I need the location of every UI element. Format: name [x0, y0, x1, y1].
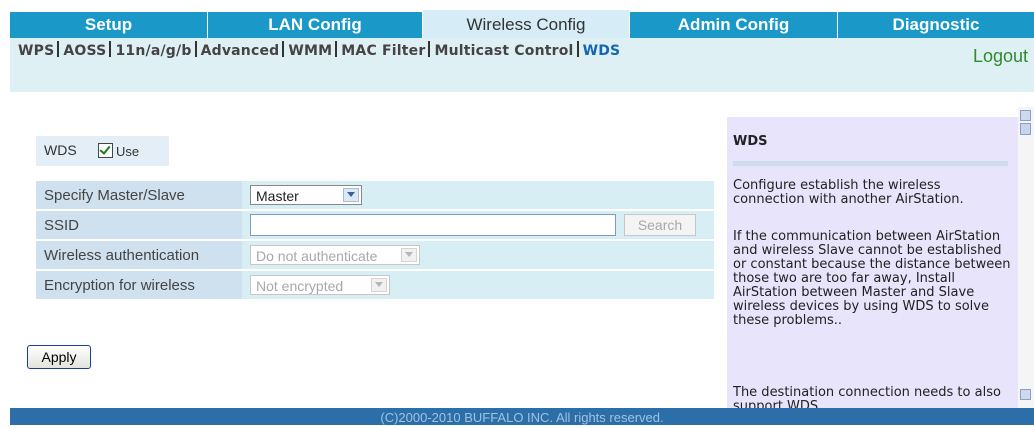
ssid-cell: Search: [242, 211, 714, 239]
help-paragraph: If the communication between AirStation …: [733, 229, 1011, 328]
subnav-separator: [109, 41, 112, 57]
sub-nav-links: WPS AOSS 11n/a/g/b Advanced WMM MAC Filter Mul…: [18, 41, 620, 59]
chevron-down-icon: [343, 188, 359, 202]
table-row: Specify Master/Slave Master: [36, 181, 714, 209]
scroll-down-icon[interactable]: [1020, 389, 1031, 400]
subnav-advanced[interactable]: Advanced: [201, 43, 280, 59]
scrollbar-thumb[interactable]: [1020, 123, 1031, 135]
encryption-cell: Not encrypted: [242, 271, 714, 299]
wireless-auth-cell: Do not authenticate: [242, 241, 714, 269]
help-paragraph: The destination connection needs to also…: [733, 385, 1001, 409]
help-panel: WDS Configure establish the wireless con…: [727, 117, 1018, 408]
logout-link[interactable]: Logout: [973, 46, 1028, 67]
ssid-input[interactable]: [250, 214, 616, 236]
master-slave-select[interactable]: Master: [250, 185, 362, 205]
subnav-separator: [194, 41, 197, 57]
subnav-wps[interactable]: WPS: [18, 43, 54, 59]
subnav-wds[interactable]: WDS: [583, 43, 621, 59]
subnav-separator: [282, 41, 285, 57]
subnav-11nagb[interactable]: 11n/a/g/b: [115, 43, 191, 59]
tab-wireless-config[interactable]: Wireless Config: [423, 10, 630, 40]
tab-diagnostic[interactable]: Diagnostic: [838, 12, 1034, 38]
subnav-wmm[interactable]: WMM: [288, 43, 332, 59]
help-divider: [733, 161, 1008, 166]
table-row: SSID Search: [36, 211, 714, 239]
subnav-separator: [57, 41, 60, 57]
subnav-separator: [335, 41, 338, 57]
scroll-up-icon[interactable]: [1020, 110, 1031, 121]
table-row: Wireless authentication Do not authentic…: [36, 241, 714, 269]
subnav-mac-filter[interactable]: MAC Filter: [341, 43, 425, 59]
wireless-auth-label: Wireless authentication: [36, 241, 242, 269]
chevron-down-icon: [371, 278, 387, 292]
subnav-separator: [576, 41, 579, 57]
apply-button[interactable]: Apply: [27, 345, 91, 369]
encryption-label: Encryption for wireless: [36, 271, 242, 299]
wds-label: WDS: [44, 142, 77, 158]
wds-settings-table: Specify Master/Slave Master SSID Search …: [36, 179, 714, 301]
subnav-multicast-control[interactable]: Multicast Control: [434, 43, 573, 59]
subnav-separator: [428, 41, 431, 57]
wds-use-control[interactable]: Use: [98, 143, 139, 159]
tab-admin-config[interactable]: Admin Config: [630, 12, 838, 38]
wireless-auth-value: Do not authenticate: [256, 248, 378, 264]
wireless-auth-select[interactable]: Do not authenticate: [250, 245, 420, 265]
ssid-label: SSID: [36, 211, 242, 239]
copyright-footer: (C)2000-2010 BUFFALO INC. All rights res…: [10, 408, 1034, 425]
encryption-select[interactable]: Not encrypted: [250, 275, 390, 295]
help-paragraph: Configure establish the wireless connect…: [733, 178, 964, 207]
table-row: Encryption for wireless Not encrypted: [36, 271, 714, 299]
wds-settings-panel: WDS Use Specify Master/Slave Master SSID…: [10, 92, 730, 408]
encryption-value: Not encrypted: [256, 278, 344, 294]
master-slave-value: Master: [256, 188, 299, 204]
master-slave-label: Specify Master/Slave: [36, 181, 242, 209]
help-title: WDS: [733, 134, 768, 149]
master-slave-cell: Master: [242, 181, 714, 209]
chevron-down-icon: [401, 248, 417, 262]
wds-use-checkbox[interactable]: [98, 143, 113, 158]
sub-navigation: WPS AOSS 11n/a/g/b Advanced WMM MAC Filter Mul…: [10, 38, 1034, 92]
search-button[interactable]: Search: [624, 214, 696, 236]
subnav-aoss[interactable]: AOSS: [63, 43, 106, 59]
wds-use-label: Use: [116, 144, 140, 159]
tab-lan-config[interactable]: LAN Config: [208, 12, 423, 38]
wds-enable-row: WDS Use: [36, 136, 169, 166]
help-scrollbar[interactable]: [1018, 107, 1034, 408]
tab-setup[interactable]: Setup: [10, 12, 208, 38]
